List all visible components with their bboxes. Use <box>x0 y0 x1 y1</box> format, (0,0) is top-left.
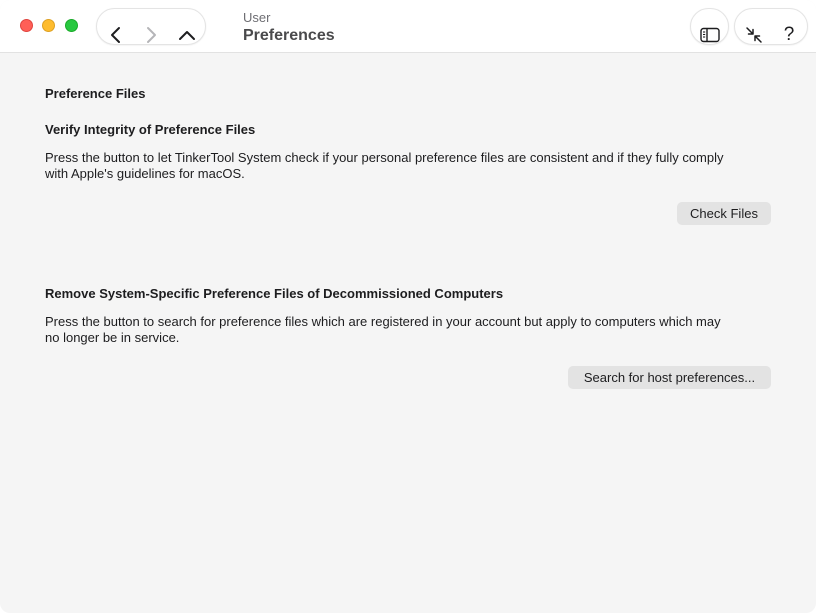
arrows-collapse-icon <box>746 26 762 43</box>
window-actions-group: ? <box>734 8 808 45</box>
verify-heading: Verify Integrity of Preference Files <box>45 122 256 137</box>
window-subtitle: User <box>243 10 271 25</box>
remove-description-line: Press the button to search for preferenc… <box>45 314 721 329</box>
window-title-block: User Preferences <box>243 10 335 46</box>
back-button[interactable] <box>101 17 131 52</box>
help-button[interactable]: ? <box>774 17 804 52</box>
verify-description-line: Press the button to let TinkerTool Syste… <box>45 150 724 165</box>
window-title: Preferences <box>243 27 335 44</box>
minimize-window-button[interactable] <box>42 19 55 32</box>
remove-heading: Remove System-Specific Preference Files … <box>45 286 504 301</box>
check-files-button[interactable]: Check Files <box>677 202 771 225</box>
chevron-up-icon <box>179 30 195 40</box>
verify-description-line: with Apple's guidelines for macOS. <box>45 166 245 181</box>
zoom-window-button[interactable] <box>65 19 78 32</box>
help-icon: ? <box>783 23 795 45</box>
search-host-preferences-button[interactable]: Search for host preferences... <box>568 366 771 389</box>
up-button[interactable] <box>172 17 202 52</box>
chevron-left-icon <box>111 26 120 43</box>
remove-description: Press the button to search for preferenc… <box>45 314 775 346</box>
verify-description: Press the button to let TinkerTool Syste… <box>45 150 775 182</box>
navigation-control-group <box>96 8 206 45</box>
app-window: User Preferences ? Preference Files Veri… <box>0 0 816 613</box>
sidebar-toggle-button[interactable] <box>695 17 725 52</box>
collapse-button[interactable] <box>739 17 769 52</box>
chevron-right-icon <box>147 26 156 43</box>
title-bar: User Preferences ? <box>0 0 816 53</box>
forward-button[interactable] <box>136 17 166 52</box>
close-window-button[interactable] <box>20 19 33 32</box>
sidebar-toggle-group <box>690 8 729 45</box>
sidebar-icon <box>700 27 720 42</box>
section-heading: Preference Files <box>45 86 146 101</box>
remove-description-line: no longer be in service. <box>45 330 180 345</box>
